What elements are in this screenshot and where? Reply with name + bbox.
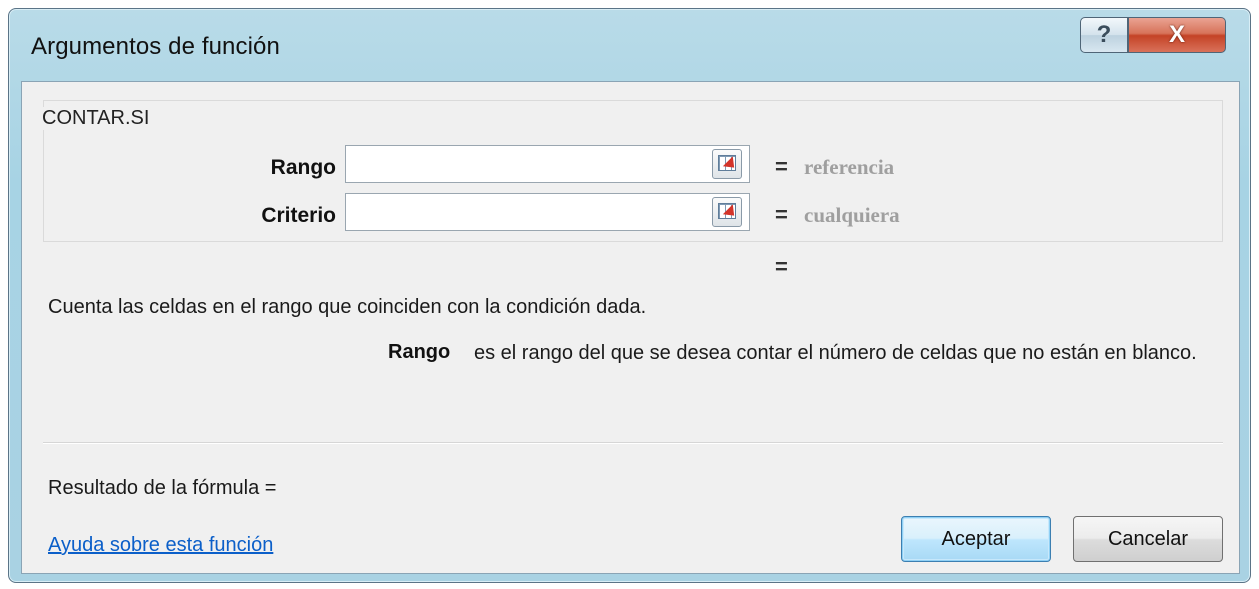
help-button[interactable]: ? xyxy=(1080,17,1128,53)
rango-collapse-button[interactable] xyxy=(712,149,742,179)
criterio-equals: = xyxy=(775,202,788,227)
dialog-title: Argumentos de función xyxy=(31,33,280,60)
arg-label-criterio: Criterio xyxy=(261,204,336,227)
rango-equals: = xyxy=(775,154,788,179)
function-help-link[interactable]: Ayuda sobre esta función xyxy=(48,534,273,557)
close-button[interactable]: X xyxy=(1128,17,1226,53)
rango-input[interactable] xyxy=(345,145,750,183)
param-help-name: Rango xyxy=(388,341,451,363)
param-help-text: es el rango del que se desea contar el n… xyxy=(474,342,1197,364)
overall-equals: = xyxy=(775,254,788,279)
criterio-result: cualquiera xyxy=(804,203,900,227)
criterio-input[interactable] xyxy=(345,193,750,231)
function-description: Cuenta las celdas en el rango que coinci… xyxy=(48,296,647,318)
close-icon: X xyxy=(1168,21,1185,48)
criterio-collapse-button[interactable] xyxy=(712,197,742,227)
function-name: CONTAR.SI xyxy=(40,107,152,130)
separator xyxy=(43,442,1223,444)
arg-label-rango: Rango xyxy=(270,156,336,179)
help-icon: ? xyxy=(1096,21,1112,48)
ok-button[interactable]: Aceptar xyxy=(901,516,1051,562)
dialog-body: CONTAR.SI Rango = referencia Criterio = … xyxy=(21,81,1240,574)
title-bar[interactable]: Argumentos de función ? X xyxy=(9,9,1250,79)
cancel-button[interactable]: Cancelar xyxy=(1073,516,1223,562)
formula-result-label: Resultado de la fórmula = xyxy=(48,477,277,499)
function-arguments-dialog: Argumentos de función ? X CONTAR.SI Rang… xyxy=(8,8,1251,583)
rango-result: referencia xyxy=(804,155,895,179)
